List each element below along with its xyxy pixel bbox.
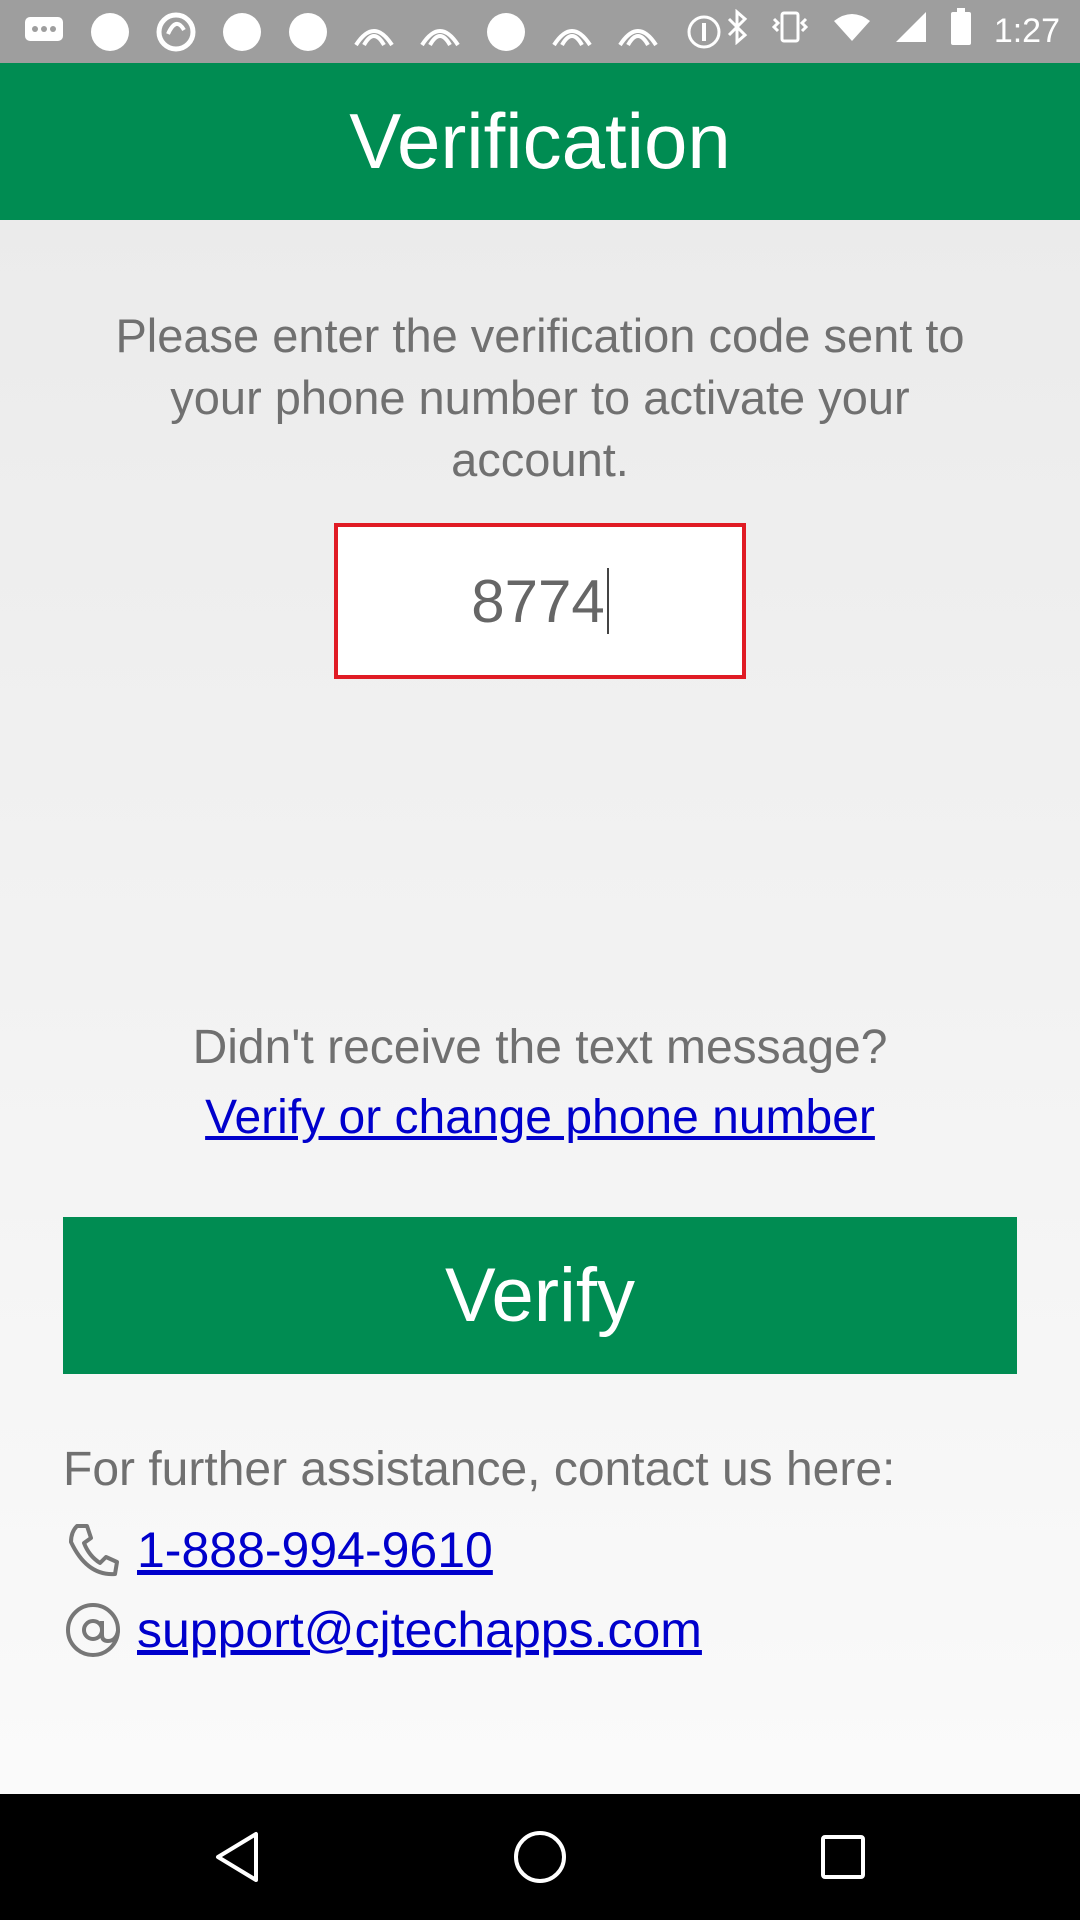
contact-phone-row: 1-888-994-9610 (63, 1520, 493, 1580)
circle-icon (90, 12, 130, 52)
assistance-text: For further assistance, contact us here: (63, 1443, 896, 1496)
verification-content: Please enter the verification code sent … (0, 220, 1080, 1794)
circle-icon (486, 12, 526, 52)
status-time: 1:27 (993, 12, 1060, 50)
recents-icon[interactable] (813, 1827, 873, 1887)
instructions-text: Please enter the verification code sent … (115, 309, 965, 486)
verification-code-input[interactable]: 8774 (334, 523, 746, 679)
verification-code-value: 8774 (471, 567, 605, 635)
no-message-prompt: Didn't receive the text message? (192, 1021, 888, 1074)
cell-signal-icon (894, 10, 928, 53)
circle-icon (288, 12, 328, 52)
at-icon (63, 1600, 123, 1660)
bluetooth-icon (726, 8, 748, 54)
info-icon (684, 12, 724, 52)
phone-icon (63, 1520, 123, 1580)
home-icon[interactable] (510, 1827, 570, 1887)
notification-icons (24, 12, 724, 52)
signal-icon (420, 12, 460, 52)
text-cursor (606, 568, 609, 634)
battery-icon (950, 8, 972, 55)
verify-button[interactable]: Verify (63, 1217, 1017, 1374)
back-icon[interactable] (207, 1827, 267, 1887)
page-title: Verification (349, 97, 731, 185)
chat-icon (24, 12, 64, 52)
support-email-link[interactable]: support@cjtechapps.com (137, 1601, 702, 1659)
status-bar: 1:27 (0, 0, 1080, 63)
signal-icon (354, 12, 394, 52)
signal-icon (552, 12, 592, 52)
wifi-icon (832, 11, 872, 52)
sync-icon (156, 12, 196, 52)
navigation-bar (0, 1794, 1080, 1920)
change-phone-link[interactable]: Verify or change phone number (0, 1090, 1080, 1145)
contact-email-row: support@cjtechapps.com (63, 1600, 702, 1660)
app-bar: Verification (0, 63, 1080, 220)
circle-icon (222, 12, 262, 52)
system-icons: 1:27 (726, 8, 1060, 55)
support-phone-link[interactable]: 1-888-994-9610 (137, 1521, 493, 1579)
signal-icon (618, 12, 658, 52)
vibrate-icon (770, 9, 810, 54)
